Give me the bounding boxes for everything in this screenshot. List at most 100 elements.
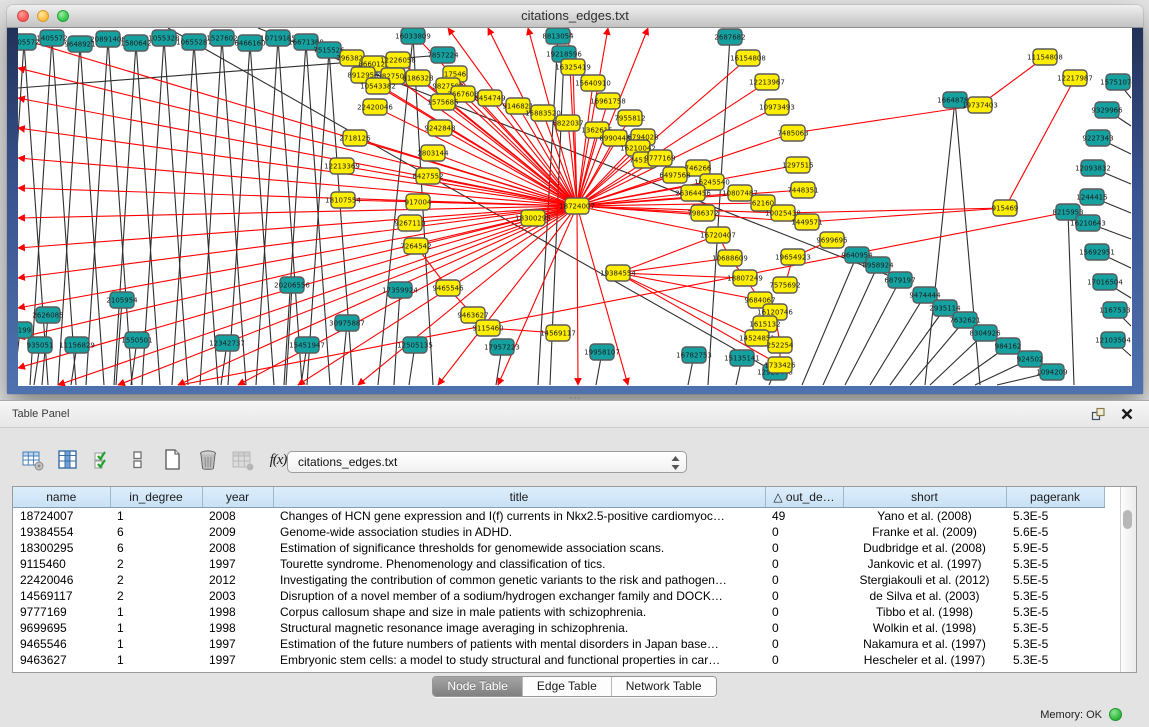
graph-node[interactable]: 14569117 bbox=[540, 325, 576, 341]
citation-edge-red[interactable] bbox=[18, 98, 577, 206]
citation-edge-black[interactable] bbox=[1068, 212, 1074, 385]
table-row[interactable]: 946362711997Embryonic stem cells: a mode… bbox=[13, 652, 1104, 668]
citation-edge-black[interactable] bbox=[52, 38, 76, 385]
table-selector[interactable]: citations_edges.txt bbox=[287, 451, 687, 473]
citation-edge-black[interactable] bbox=[925, 100, 955, 385]
graph-node[interactable]: 2626085 bbox=[32, 307, 63, 323]
graph-node[interactable]: 30975887 bbox=[329, 315, 365, 331]
citation-edge-red[interactable] bbox=[18, 128, 577, 206]
graph-node[interactable]: 1550501 bbox=[121, 332, 152, 348]
graph-node[interactable]: 8186328 bbox=[402, 70, 433, 86]
new-column-button[interactable] bbox=[160, 447, 186, 473]
graph-node[interactable]: 915469 bbox=[992, 200, 1019, 216]
tab-node-table[interactable]: Node Table bbox=[433, 677, 523, 696]
citation-edge-black[interactable] bbox=[823, 265, 878, 385]
citation-edge-red[interactable] bbox=[355, 138, 577, 206]
zoom-window-button[interactable] bbox=[57, 10, 69, 22]
select-all-checks-button[interactable] bbox=[90, 447, 116, 473]
minimize-window-button[interactable] bbox=[37, 10, 49, 22]
graph-node[interactable]: 252254 bbox=[767, 337, 794, 353]
float-panel-icon[interactable] bbox=[1091, 407, 1106, 421]
graph-node[interactable]: 12213967 bbox=[749, 74, 785, 90]
graph-node[interactable]: 12505135 bbox=[397, 337, 433, 353]
table-row[interactable]: 911546021997Tourette syndrome. Phenomeno… bbox=[13, 556, 1104, 572]
column-header[interactable]: △ out_de… bbox=[765, 487, 843, 508]
citation-edge-red[interactable] bbox=[498, 206, 577, 385]
table-row[interactable]: 1872400712008Changes of HCN gene express… bbox=[13, 508, 1104, 525]
graph-node[interactable]: 1580642 bbox=[120, 35, 151, 51]
graph-node[interactable]: 15135141 bbox=[724, 350, 760, 366]
table-row[interactable]: 977716911998Corpus callosum shape and si… bbox=[13, 604, 1104, 620]
graph-node[interactable]: 6822037 bbox=[552, 115, 583, 131]
graph-node[interactable]: 16961758 bbox=[590, 93, 626, 109]
column-header[interactable]: name bbox=[13, 487, 110, 508]
network-canvas[interactable]: 2605572140557296489212089140615806421055… bbox=[18, 28, 1132, 386]
graph-node[interactable]: 18107554 bbox=[325, 192, 361, 208]
citation-edge-black[interactable] bbox=[870, 295, 925, 385]
column-header[interactable]: title bbox=[273, 487, 765, 508]
trash-button[interactable] bbox=[195, 447, 221, 473]
graph-node[interactable]: 39199 bbox=[18, 322, 32, 338]
graph-node[interactable]: 9242848 bbox=[424, 120, 455, 136]
column-header[interactable]: pagerank bbox=[1006, 487, 1104, 508]
graph-node[interactable]: 6497568 bbox=[659, 167, 690, 183]
graph-node[interactable]: 1167533 bbox=[1099, 302, 1130, 318]
graph-node[interactable]: 9115460 bbox=[472, 320, 503, 336]
network-view-canvas[interactable]: 2605572140557296489212089140615806421055… bbox=[18, 28, 1132, 386]
graph-node[interactable]: 22420046 bbox=[357, 99, 393, 115]
citation-edge-black[interactable] bbox=[802, 255, 857, 385]
graph-node[interactable]: 2718126 bbox=[339, 130, 371, 146]
rows-button[interactable] bbox=[125, 447, 151, 473]
citation-edge-black[interactable] bbox=[58, 44, 80, 385]
citation-edge-black[interactable] bbox=[910, 320, 965, 385]
citation-edge-red[interactable] bbox=[618, 273, 745, 278]
citation-edge-black[interactable] bbox=[890, 308, 945, 385]
window-titlebar[interactable]: citations_edges.txt bbox=[7, 5, 1143, 28]
graph-node[interactable]: 984162 bbox=[995, 338, 1022, 354]
graph-node[interactable]: 6879197 bbox=[884, 272, 915, 288]
graph-node[interactable]: 7857224 bbox=[427, 47, 459, 63]
table-scrollbar-thumb[interactable] bbox=[1123, 510, 1132, 529]
graph-node[interactable]: 8813054 bbox=[542, 28, 574, 44]
graph-node[interactable]: 1244415 bbox=[1076, 189, 1107, 205]
table-row[interactable]: 1830029562008Estimation of significance … bbox=[13, 540, 1104, 556]
graph-node[interactable]: 2687682 bbox=[714, 29, 745, 45]
table-row[interactable]: 946554611997Estimation of the future num… bbox=[13, 636, 1104, 652]
graph-node[interactable]: 17957223 bbox=[484, 339, 520, 355]
graph-node[interactable]: 2105954 bbox=[106, 292, 138, 308]
graph-node[interactable]: 9699695 bbox=[816, 232, 847, 248]
graph-node[interactable]: 1405572 bbox=[36, 30, 67, 46]
graph-node[interactable]: 8958924 bbox=[862, 257, 894, 273]
tab-network-table[interactable]: Network Table bbox=[612, 677, 716, 696]
graph-node[interactable]: 9227343 bbox=[1082, 130, 1113, 146]
citation-edge-black[interactable] bbox=[164, 38, 188, 385]
column-header[interactable]: in_degree bbox=[110, 487, 202, 508]
citation-edge-black[interactable] bbox=[86, 39, 108, 385]
graph-node[interactable]: 12103504 bbox=[1095, 332, 1131, 348]
table-scrollbar[interactable] bbox=[1120, 487, 1136, 672]
graph-node[interactable]: 924502 bbox=[1017, 351, 1044, 367]
graph-node[interactable]: 1449571 bbox=[791, 214, 822, 230]
graph-node[interactable]: 1527602 bbox=[206, 30, 237, 46]
graph-node[interactable]: 16782753 bbox=[676, 347, 712, 363]
graph-node[interactable]: 1575685 bbox=[427, 94, 458, 110]
graph-node[interactable]: 16154808 bbox=[730, 50, 766, 66]
graph-node[interactable]: 16720407 bbox=[700, 227, 736, 243]
graph-node[interactable]: 1055328 bbox=[148, 30, 179, 46]
graph-node[interactable]: 2803144 bbox=[417, 145, 449, 161]
table-row[interactable]: 2242004622012Investigating the contribut… bbox=[13, 572, 1104, 588]
close-window-button[interactable] bbox=[17, 10, 29, 22]
close-panel-icon[interactable] bbox=[1121, 408, 1133, 420]
citation-edge-red[interactable] bbox=[618, 235, 718, 273]
citation-edge-black[interactable] bbox=[250, 43, 274, 385]
graph-node[interactable]: 15640910 bbox=[575, 75, 611, 91]
graph-node[interactable]: 7955812 bbox=[614, 110, 645, 126]
citation-edge-black[interactable] bbox=[284, 42, 306, 385]
citation-edge-black[interactable] bbox=[222, 38, 246, 385]
graph-node[interactable]: 935051 bbox=[27, 337, 54, 353]
graph-node[interactable]: 18300295 bbox=[515, 210, 551, 226]
graph-node[interactable]: 11156829 bbox=[59, 337, 95, 353]
citation-edge-red[interactable] bbox=[577, 206, 578, 385]
citation-edge-black[interactable] bbox=[80, 44, 104, 385]
graph-node[interactable]: 7986372 bbox=[687, 205, 718, 221]
